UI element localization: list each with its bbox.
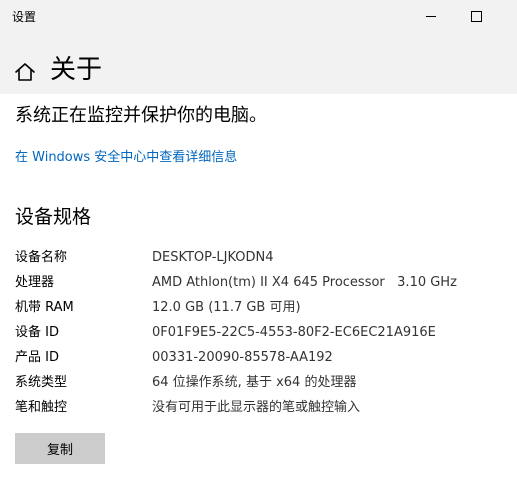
spec-value: 64 位操作系统, 基于 x64 的处理器	[152, 375, 357, 390]
maximize-button[interactable]	[453, 0, 499, 32]
title-bar: 设置	[0, 0, 517, 32]
spec-value: 12.0 GB (11.7 GB 可用)	[152, 300, 301, 315]
spec-value: 0F01F9E5-22C5-4553-80F2-EC6EC21A916E	[152, 325, 436, 340]
spec-label: 处理器	[15, 275, 55, 290]
maximize-icon	[470, 10, 482, 22]
spec-label: 笔和触控	[15, 400, 68, 415]
minimize-button[interactable]	[408, 0, 454, 32]
spec-row-device-name: 设备名称 DESKTOP-LJKODN4	[15, 248, 495, 268]
spec-label: 设备名称	[15, 250, 68, 265]
spec-label: 产品 ID	[15, 350, 59, 365]
spec-row-pen-touch: 笔和触控 没有可用于此显示器的笔或触控输入	[15, 398, 495, 418]
protection-status-text: 系统正在监控并保护你的电脑。	[15, 105, 267, 126]
spec-row-ram: 机带 RAM 12.0 GB (11.7 GB 可用)	[15, 298, 495, 318]
spec-label: 设备 ID	[15, 325, 59, 340]
close-button[interactable]	[499, 0, 517, 32]
spec-value: 没有可用于此显示器的笔或触控输入	[152, 400, 361, 415]
spec-row-product-id: 产品 ID 00331-20090-85578-AA192	[15, 348, 495, 368]
page-title: 关于	[50, 55, 103, 85]
spec-label: 系统类型	[15, 375, 68, 390]
device-specs-heading: 设备规格	[15, 206, 92, 228]
spec-label: 机带 RAM	[15, 300, 74, 315]
spec-row-device-id: 设备 ID 0F01F9E5-22C5-4553-80F2-EC6EC21A91…	[15, 323, 495, 343]
copy-button[interactable]: 复制	[15, 433, 105, 464]
spec-row-processor: 处理器 AMD Athlon(tm) II X4 645 Processor 3…	[15, 273, 495, 293]
security-center-link[interactable]: 在 Windows 安全中心中查看详细信息	[15, 148, 237, 168]
window-title: 设置	[12, 10, 37, 24]
spec-value: AMD Athlon(tm) II X4 645 Processor 3.10 …	[152, 275, 457, 290]
home-icon[interactable]	[14, 62, 36, 82]
minimize-icon	[426, 15, 436, 17]
spec-value: DESKTOP-LJKODN4	[152, 250, 274, 265]
spec-row-system-type: 系统类型 64 位操作系统, 基于 x64 的处理器	[15, 373, 495, 393]
spec-value: 00331-20090-85578-AA192	[152, 350, 333, 365]
